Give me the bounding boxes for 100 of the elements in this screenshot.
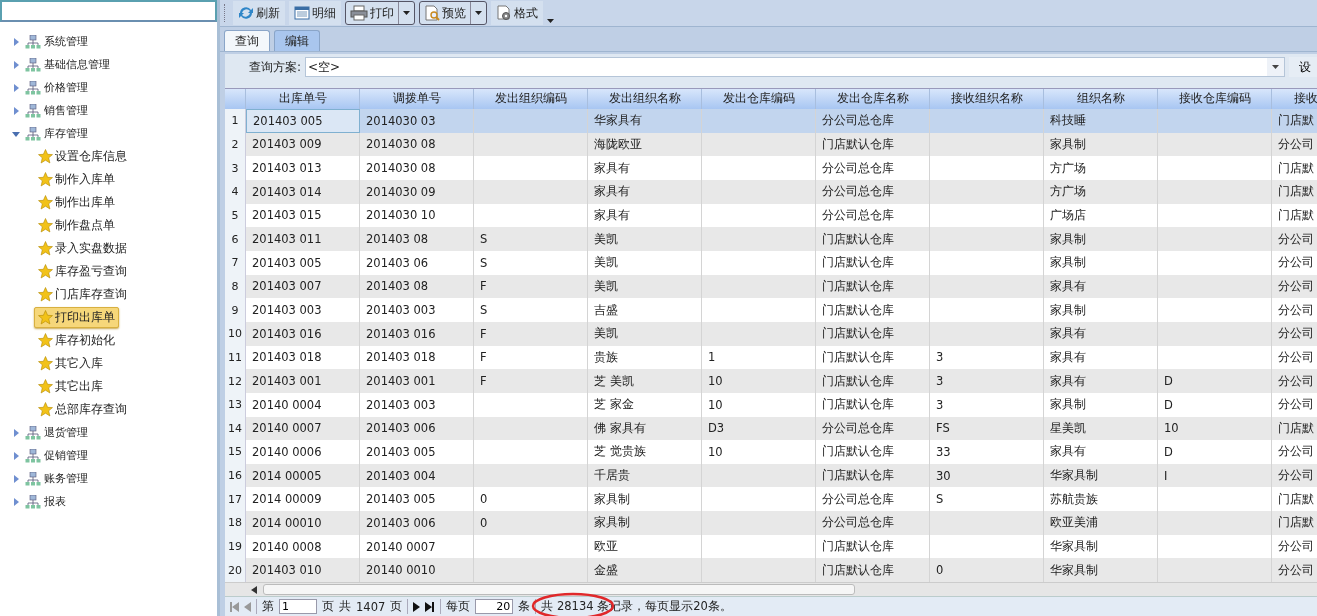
tab[interactable]: 查询: [224, 30, 270, 51]
column-header[interactable]: 发出仓库编码: [702, 89, 816, 109]
toolbar-button[interactable]: 明细: [289, 1, 341, 25]
table-row[interactable]: 7 201403 005 201403 06 S 美凯 门店默认仓库 家具制 分公司: [225, 250, 1317, 275]
table-cell: 分公司: [1278, 136, 1314, 152]
table-cell: 分公司总仓库: [822, 184, 894, 200]
table-cell: 30: [936, 468, 951, 483]
table-cell: 分公司: [1278, 397, 1314, 413]
table-cell: 201403 005: [253, 113, 323, 128]
expand-arrow-icon[interactable]: [12, 129, 20, 138]
toolbar-button[interactable]: 刷新: [233, 1, 285, 25]
page-input[interactable]: 1: [279, 599, 317, 614]
expand-arrow-icon[interactable]: [12, 106, 20, 115]
tree-item[interactable]: 录入实盘数据: [34, 238, 131, 259]
table-cell: 201403 015: [252, 208, 322, 223]
column-header[interactable]: 发出组织编码: [474, 89, 588, 109]
table-row[interactable]: 13 20140 0004 201403 003 芝 家金 10 门店默认仓库 3 家具制 D 分公司: [225, 392, 1317, 417]
tree-item[interactable]: 基础信息管理: [44, 57, 110, 72]
table-row[interactable]: 9 201403 003 201403 003 S 吉盛 门店默认仓库 家具制 分公司: [225, 298, 1317, 322]
tree-item[interactable]: 其它入库: [34, 353, 107, 374]
star-icon: [38, 149, 53, 164]
table-row[interactable]: 6 201403 011 201403 08 S 美凯 门店默认仓库 家具制 分公司: [225, 227, 1317, 251]
tree-item[interactable]: 库存初始化: [34, 330, 119, 351]
settings-button[interactable]: 设: [1289, 57, 1317, 77]
table-row[interactable]: 20 201403 010 20140 0010 金盛 门店默认仓库 0 华家具制 分公司: [225, 558, 1317, 583]
caret-icon[interactable]: [547, 19, 554, 23]
tree-item[interactable]: 账务管理: [44, 471, 88, 486]
toolbar-button[interactable]: 格式: [491, 1, 543, 25]
tree-item[interactable]: 库存盈亏查询: [34, 261, 131, 282]
table-cell: 门店默认仓库: [822, 302, 894, 318]
scroll-left-icon[interactable]: [251, 585, 257, 594]
previous-page-icon[interactable]: [244, 601, 251, 612]
network-icon: [25, 34, 41, 49]
row-number: 20: [225, 558, 246, 583]
table-row[interactable]: 8 201403 007 201403 08 F 美凯 门店默认仓库 家具有 分公司: [225, 274, 1317, 299]
table-row[interactable]: 12 201403 001 201403 001 F 芝 美凯 10 门店默认仓库 3 家具有 D 分公司: [225, 369, 1317, 393]
table-cell: 分公司: [1278, 231, 1314, 247]
tree-item[interactable]: 门店库存查询: [34, 284, 131, 305]
column-header[interactable]: 接收: [1272, 89, 1317, 109]
toolbar-button[interactable]: 预览: [419, 1, 487, 25]
search-field[interactable]: [0, 0, 217, 22]
tree-item[interactable]: 促销管理: [44, 448, 88, 463]
tree-item[interactable]: 报表: [44, 494, 66, 509]
tree-item[interactable]: 打印出库单: [34, 307, 119, 328]
first-page-icon[interactable]: [229, 601, 239, 612]
table-cell: D: [1164, 445, 1173, 459]
table-row[interactable]: 10 201403 016 201403 016 F 美凯 门店默认仓库 家具有 分公司: [225, 321, 1317, 346]
tree-item[interactable]: 其它出库: [34, 376, 107, 397]
column-header[interactable]: 接收组织名称: [930, 89, 1044, 109]
table-row[interactable]: 14 20140 0007 201403 006 佛 家具有 D3 分公司总仓库 FS 星美凯 10 门店默: [225, 416, 1317, 441]
table-cell: 家具有: [1050, 278, 1086, 294]
horizontal-scrollbar[interactable]: [225, 582, 1317, 597]
network-icon: [25, 126, 41, 141]
scheme-dropdown[interactable]: <空>: [305, 57, 1285, 77]
table-row[interactable]: 3 201403 013 2014030 08 家具有 分公司总仓库 方广场 门店默: [225, 156, 1317, 180]
table-cell: 201403 013: [252, 161, 322, 176]
tree-item[interactable]: 设置仓库信息: [34, 146, 131, 167]
table-cell: 201403 011: [252, 232, 322, 247]
tree-item[interactable]: 系统管理: [44, 34, 88, 49]
row-number: 6: [225, 227, 246, 251]
column-header[interactable]: 发出仓库名称: [816, 89, 930, 109]
expand-arrow-icon[interactable]: [12, 474, 20, 483]
expand-arrow-icon[interactable]: [12, 83, 20, 92]
column-header[interactable]: 调拨单号: [360, 89, 474, 109]
tree-item[interactable]: 总部库存查询: [34, 399, 131, 420]
tree-item[interactable]: 退货管理: [44, 425, 88, 440]
table-cell: 家具有: [594, 207, 630, 223]
table-row[interactable]: 1 201403 005 2014030 03 华家具有 分公司总仓库 科技睡 门店默: [225, 108, 1317, 133]
table-cell: S: [480, 232, 488, 247]
expand-arrow-icon[interactable]: [12, 60, 20, 69]
table-cell: 贵族: [594, 349, 618, 365]
next-page-icon[interactable]: [413, 601, 421, 612]
expand-arrow-icon[interactable]: [12, 497, 20, 506]
tree-item[interactable]: 库存管理: [44, 126, 88, 141]
tree-item[interactable]: 制作入库单: [34, 169, 119, 190]
table-row[interactable]: 16 2014 00005 201403 004 千居贵 门店默认仓库 30 华家具制 I 分公司: [225, 463, 1317, 488]
last-page-icon[interactable]: [425, 601, 436, 612]
table-row[interactable]: 2 201403 009 2014030 08 海陇欧亚 门店默认仓库 家具制 分公司: [225, 132, 1317, 157]
star-icon: [38, 333, 53, 348]
tab[interactable]: 编辑: [274, 30, 320, 51]
table-cell: 家具制: [594, 515, 630, 531]
tree-item[interactable]: 制作出库单: [34, 192, 119, 213]
tree-item[interactable]: 制作盘点单: [34, 215, 119, 236]
expand-arrow-icon[interactable]: [12, 428, 20, 437]
table-row[interactable]: 15 20140 0006 201403 005 芝 觉贵族 10 门店默认仓库 33 家具有 D 分公司: [225, 440, 1317, 464]
table-cell: 201403 009: [252, 137, 322, 152]
table-cell: 2014030 08: [366, 137, 436, 152]
column-header[interactable]: 发出组织名称: [588, 89, 702, 109]
column-header[interactable]: 组织名称: [1044, 89, 1158, 109]
table-row[interactable]: 18 2014 00010 201403 006 0 家具制 分公司总仓库 欧亚美浦 门店默: [225, 511, 1317, 535]
tree-item[interactable]: 价格管理: [44, 80, 88, 95]
table-row[interactable]: 4 201403 014 2014030 09 家具有 分公司总仓库 方广场 门店默: [225, 179, 1317, 204]
table-cell: 门店默认仓库: [822, 349, 894, 365]
column-header[interactable]: 出库单号: [246, 89, 360, 109]
page-size-input[interactable]: 20: [475, 599, 514, 614]
expand-arrow-icon[interactable]: [12, 37, 20, 46]
column-header[interactable]: 接收仓库编码: [1158, 89, 1272, 109]
tree-item[interactable]: 销售管理: [44, 103, 88, 118]
toolbar-button[interactable]: 打印: [345, 1, 415, 25]
expand-arrow-icon[interactable]: [12, 451, 20, 460]
